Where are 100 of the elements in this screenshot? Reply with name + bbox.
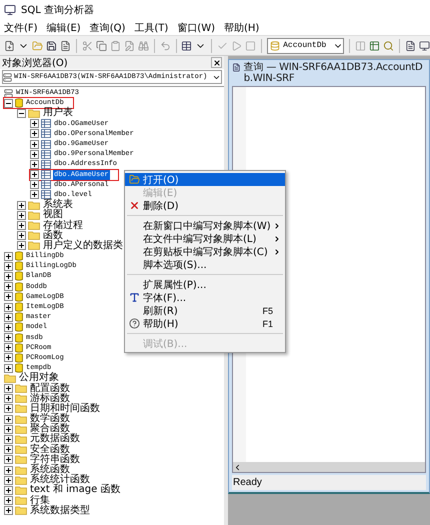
- database-dropdown[interactable]: AccountDb: [267, 38, 344, 54]
- expand-icon[interactable]: [4, 343, 13, 352]
- expand-icon[interactable]: [4, 434, 13, 444]
- context-menu-item[interactable]: 在文件中编写对象脚本(L): [125, 232, 285, 245]
- tree-item[interactable]: 字符串函数: [29, 454, 81, 465]
- expand-icon[interactable]: [30, 150, 39, 159]
- tree-item[interactable]: 安全函数: [29, 444, 71, 455]
- expand-icon[interactable]: [4, 364, 13, 373]
- tree-item[interactable]: 存储过程: [42, 220, 84, 231]
- horizontal-scrollbar[interactable]: [233, 462, 425, 472]
- copy-icon[interactable]: [96, 40, 107, 52]
- grid-icon[interactable]: [181, 40, 192, 52]
- menu-item[interactable]: 窗口(W): [177, 20, 215, 34]
- expand-icon[interactable]: [4, 353, 13, 362]
- expand-icon[interactable]: [30, 190, 39, 200]
- tree-item[interactable]: 视图: [42, 210, 64, 220]
- tree-item[interactable]: 配置函数: [29, 384, 71, 394]
- menu-item[interactable]: 帮助(H): [224, 20, 260, 34]
- expand-icon[interactable]: [17, 231, 26, 240]
- tree-item[interactable]: 游标函数: [29, 394, 71, 404]
- expand-icon[interactable]: [4, 272, 13, 281]
- expand-icon[interactable]: [17, 200, 26, 210]
- expand-icon[interactable]: [4, 333, 13, 342]
- expand-icon[interactable]: [4, 445, 13, 454]
- expand-icon[interactable]: [4, 252, 13, 261]
- tree-item[interactable]: 用户表: [42, 108, 74, 118]
- search-icon[interactable]: [383, 40, 394, 52]
- expand-icon[interactable]: [4, 414, 13, 424]
- app-icon: [4, 4, 16, 16]
- expand-icon[interactable]: [30, 129, 39, 138]
- context-menu-item[interactable]: 字体(F)...: [125, 291, 285, 304]
- context-menu-item[interactable]: 帮助(H) F1: [125, 317, 285, 330]
- query-icon: [232, 62, 241, 73]
- tree-item[interactable]: 公用对象: [18, 373, 60, 384]
- expand-icon[interactable]: [4, 455, 13, 464]
- tree-item[interactable]: 用户定义的数据类: [42, 240, 124, 251]
- expand-icon[interactable]: [17, 210, 26, 220]
- collapse-icon[interactable]: [4, 98, 13, 108]
- menu-item[interactable]: 工具(T): [134, 20, 168, 34]
- query-window-title: 查询 — WIN-SRF6AA1DB73.AccountDb.WIN-SRF: [244, 62, 424, 84]
- expand-icon[interactable]: [30, 119, 39, 128]
- folder-icon: [15, 445, 27, 454]
- expand-icon[interactable]: [4, 404, 13, 414]
- context-menu-item[interactable]: 扩展属性(P)...: [125, 278, 285, 291]
- expand-icon[interactable]: [4, 476, 13, 485]
- expand-icon[interactable]: [30, 180, 39, 190]
- window-icon[interactable]: [418, 40, 430, 52]
- folder-icon: [15, 506, 27, 516]
- folder-icon: [15, 434, 27, 444]
- expand-icon[interactable]: [4, 506, 13, 516]
- expand-icon[interactable]: [4, 302, 13, 312]
- properties-icon[interactable]: [405, 40, 416, 52]
- expand-icon[interactable]: [4, 292, 13, 302]
- expand-icon[interactable]: [4, 282, 13, 292]
- tree-item[interactable]: 聚合函数: [29, 424, 71, 434]
- menu-item[interactable]: 文件(F): [4, 20, 38, 34]
- table-icon: [41, 180, 51, 190]
- scroll-left-icon[interactable]: [233, 462, 242, 472]
- expand-icon[interactable]: [4, 322, 13, 332]
- tree-item[interactable]: 系统数据类型: [29, 506, 91, 516]
- expand-icon[interactable]: [30, 170, 39, 180]
- document-icon[interactable]: [60, 40, 71, 52]
- expand-icon[interactable]: [30, 160, 39, 169]
- menu-item[interactable]: 查询(Q): [90, 20, 126, 34]
- expand-icon[interactable]: [4, 466, 13, 475]
- folder-icon: [15, 414, 27, 424]
- expand-icon[interactable]: [4, 262, 13, 271]
- tree-item[interactable]: 元数据函数: [29, 434, 81, 444]
- open-folder-icon: [128, 174, 140, 185]
- expand-icon[interactable]: [17, 241, 26, 250]
- context-menu-item[interactable]: 在新窗口中编写对象脚本(W): [125, 219, 285, 232]
- expand-icon[interactable]: [17, 221, 26, 230]
- folder-icon: [28, 221, 40, 230]
- database-icon: [270, 40, 280, 50]
- expand-icon[interactable]: [4, 384, 13, 394]
- tree-item[interactable]: text 和 image 函数: [29, 485, 122, 496]
- new-query-icon[interactable]: [4, 40, 15, 52]
- folder-icon: [15, 466, 27, 475]
- context-menu-item[interactable]: 在剪贴板中编写对象脚本(C): [125, 245, 285, 258]
- expand-icon[interactable]: [4, 424, 13, 434]
- tree-item[interactable]: 函数: [42, 230, 64, 241]
- collapse-icon[interactable]: [17, 108, 26, 118]
- close-button[interactable]: [211, 57, 222, 68]
- expand-icon[interactable]: [30, 140, 39, 149]
- context-menu-item[interactable]: 脚本选项(S)...: [125, 258, 285, 271]
- tree-item[interactable]: 日期和时间函数: [29, 404, 101, 414]
- pane-title: 对象浏览器(O): [2, 56, 68, 70]
- tree-item[interactable]: 行集: [29, 496, 51, 506]
- tree-item[interactable]: 数学函数: [29, 414, 71, 424]
- save-icon[interactable]: [46, 40, 57, 52]
- context-menu-item[interactable]: 刷新(R) F5: [125, 304, 285, 317]
- context-menu-item[interactable]: 打开(O): [125, 173, 285, 186]
- expand-icon[interactable]: [4, 312, 13, 322]
- expand-icon[interactable]: [4, 394, 13, 404]
- expand-icon[interactable]: [4, 496, 13, 506]
- expand-icon[interactable]: [4, 486, 13, 495]
- close-icon: [212, 58, 220, 66]
- context-menu-item[interactable]: 删除(D): [125, 199, 285, 212]
- object-browser-icon[interactable]: [369, 40, 380, 52]
- menu-item[interactable]: 编辑(E): [46, 20, 81, 34]
